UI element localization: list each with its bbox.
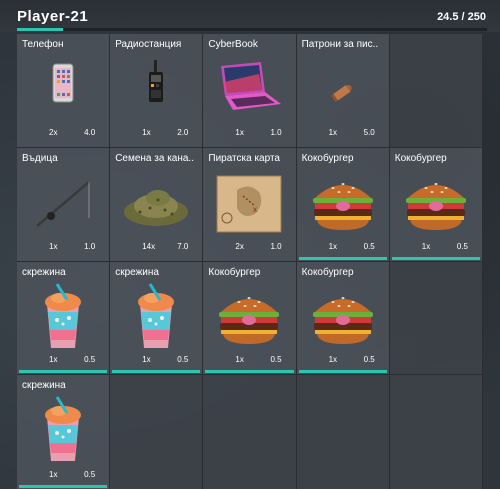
item-name: Пиратска карта (208, 152, 280, 164)
burger-icon (297, 168, 389, 240)
inventory-slot[interactable]: Пиратска карта x 2x 1.0 (203, 147, 297, 262)
inventory-slot[interactable]: Кокобургер 1x 0.5 (389, 147, 483, 262)
item-quantity: 1x (49, 470, 58, 479)
durability-bar (298, 370, 387, 374)
item-quantity: 2x (49, 127, 58, 137)
item-name: Кокобургер (208, 266, 261, 278)
item-quantity: 1x (49, 355, 58, 365)
item-weight: 0.5 (456, 241, 468, 251)
durability-bar (19, 485, 108, 488)
slushie-icon (110, 282, 202, 354)
item-name: CyberBook (208, 39, 258, 50)
inventory-slot[interactable]: Радиостанция 1x 2.0 (110, 34, 204, 148)
item-quantity: 1x (235, 127, 244, 137)
inventory-slot-empty[interactable] (389, 375, 483, 489)
durability-bar (205, 370, 294, 374)
item-quantity: 1x (328, 241, 338, 251)
inventory-slot[interactable]: Въдица 1x 1.0 (17, 147, 111, 262)
item-weight: 0.5 (84, 355, 96, 365)
svg-text:x: x (253, 205, 257, 214)
durability-bar (19, 370, 108, 374)
seeds-icon (110, 168, 202, 240)
item-weight: 7.0 (177, 241, 189, 251)
item-weight: 2.0 (177, 127, 189, 137)
slushie-icon (17, 395, 109, 467)
item-name: Кокобургер (301, 152, 354, 164)
durability-bar (112, 370, 201, 374)
inventory-slot[interactable]: Патрони за пис.. 1x 5.0 (296, 34, 390, 148)
item-name: скрежина (115, 266, 159, 278)
item-name: Телефон (22, 39, 64, 50)
fishing-rod-icon (17, 168, 109, 240)
item-weight: 0.5 (177, 355, 189, 365)
burger-icon (203, 282, 295, 354)
item-quantity: 1x (328, 127, 338, 137)
item-quantity: 1x (421, 241, 431, 251)
item-weight: 4.0 (84, 127, 96, 137)
item-weight: 0.5 (363, 355, 375, 365)
inventory-slot[interactable]: Кокобургер 1x 0.5 (296, 261, 390, 376)
inventory-slot-empty[interactable] (110, 375, 204, 489)
item-name: скрежина (22, 266, 66, 278)
laptop-icon (203, 54, 295, 126)
slushie-icon (17, 282, 109, 354)
item-weight: 0.5 (270, 355, 282, 365)
inventory-slot-empty[interactable] (389, 34, 483, 148)
inventory-slot[interactable]: Семена за кана.. 14x 7.0 (110, 147, 204, 262)
item-name: Патрони за пис.. (301, 39, 379, 50)
inventory-slot[interactable]: Кокобургер 1x 0.5 (203, 261, 297, 376)
item-name: Въдица (22, 152, 58, 164)
item-quantity: 2x (235, 241, 244, 251)
weight-readout: 24.5 / 250 (437, 11, 486, 23)
item-name: Кокобургер (394, 152, 447, 164)
weight-bar (17, 28, 487, 31)
item-weight: 1.0 (84, 241, 96, 251)
item-name: скрежина (22, 380, 66, 392)
item-quantity: 1x (235, 355, 244, 365)
radio-icon (110, 54, 202, 126)
item-quantity: 1x (49, 241, 58, 251)
inventory-slot[interactable]: CyberBook 1x 1.0 (203, 34, 297, 148)
item-weight: 1.0 (270, 241, 282, 251)
inventory-grid: Телефон 2x 4.0 Радиостанция 1x 2.0 CyberBook… (17, 34, 500, 489)
item-weight: 1.0 (270, 127, 282, 137)
durability-bar (298, 256, 387, 260)
item-name: Семена за кана.. (115, 152, 194, 164)
treasure-map-icon: x (203, 168, 295, 240)
inventory-slot-empty[interactable] (203, 375, 297, 489)
inventory-slot-empty[interactable] (389, 261, 483, 376)
burger-icon (297, 282, 389, 354)
inventory-slot[interactable]: скрежина 1x 0.5 (110, 261, 204, 376)
item-quantity: 14x (142, 241, 156, 251)
bullet-icon (297, 54, 389, 126)
inventory-slot[interactable]: Кокобургер 1x 0.5 (296, 147, 390, 262)
phone-icon (17, 54, 109, 126)
item-name: Кокобургер (301, 266, 354, 278)
inventory-slot[interactable]: скрежина 1x 0.5 (17, 261, 111, 376)
player-name: Player-21 (17, 8, 89, 25)
item-quantity: 1x (142, 127, 151, 137)
item-weight: 0.5 (363, 241, 375, 251)
durability-bar (391, 256, 480, 260)
inventory-header: Player-21 24.5 / 250 (0, 0, 500, 32)
weight-bar-fill (17, 28, 64, 31)
item-weight: 5.0 (363, 127, 375, 137)
item-quantity: 1x (328, 355, 338, 365)
burger-icon (390, 168, 482, 240)
inventory-slot[interactable]: Телефон 2x 4.0 (17, 34, 111, 148)
item-name: Радиостанция (115, 39, 182, 50)
inventory-slot-empty[interactable] (296, 375, 390, 489)
item-weight: 0.5 (84, 470, 96, 479)
item-quantity: 1x (142, 355, 151, 365)
inventory-slot[interactable]: скрежина 1x 0.5 (17, 375, 111, 489)
